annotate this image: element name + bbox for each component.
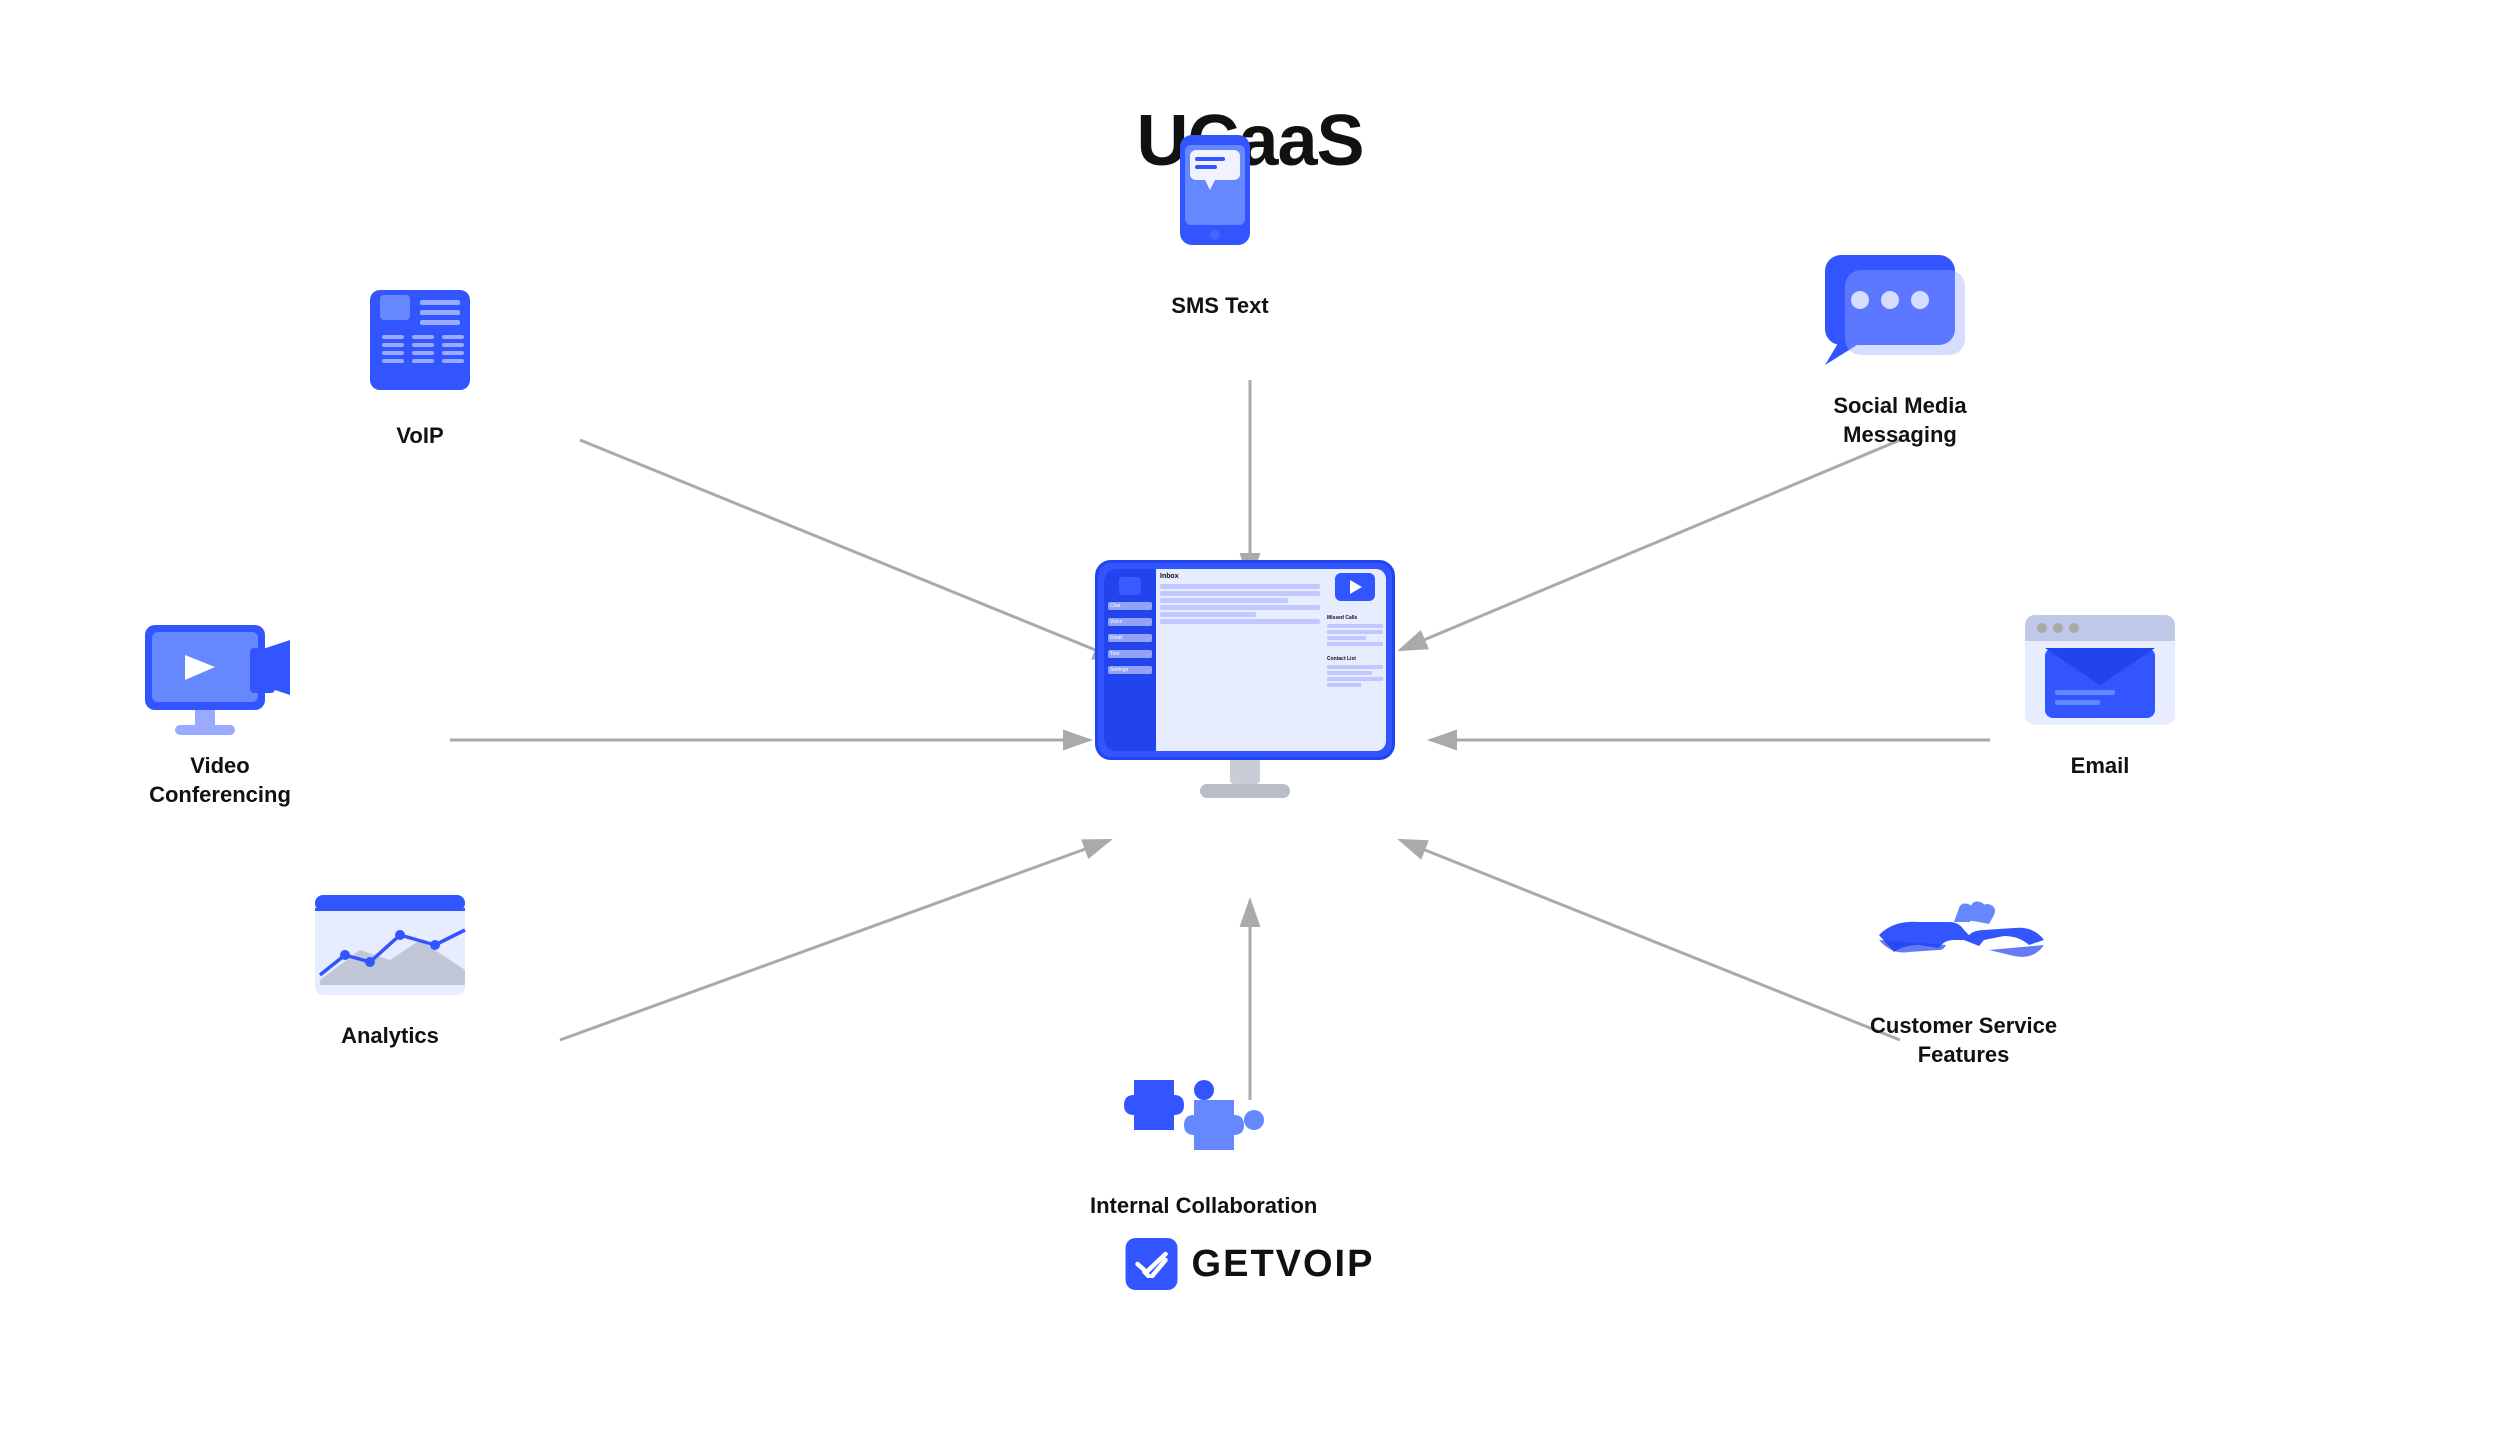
node-voip: VoIP [360,280,480,451]
social-label: Social MediaMessaging [1833,392,1966,449]
node-video: VideoConferencing [140,620,300,809]
sidebar-settings: Settings [1108,666,1152,674]
node-social: Social MediaMessaging [1820,250,1980,449]
missed-calls-label: Missed Calls [1327,615,1383,621]
sidebar-email: Email [1108,634,1152,642]
voip-icon [360,280,480,410]
node-sms: SMS Text [1155,130,1285,321]
contact-list-label: Contact List [1327,656,1383,662]
email-label: Email [2071,752,2130,781]
social-icon [1820,250,1980,380]
inbox-label: Inbox [1160,573,1320,580]
logo-checkmark-icon [1135,1250,1169,1278]
customer-icon [1874,880,2054,1000]
analytics-icon [310,890,470,1010]
sidebar-chat: Chat [1108,602,1152,610]
collaboration-label: Internal Collaboration [1090,1192,1317,1221]
video-icon [140,620,300,740]
node-customer: Customer ServiceFeatures [1870,880,2057,1069]
collaboration-icon [1114,1060,1294,1180]
email-icon [2020,610,2180,740]
sms-label: SMS Text [1171,292,1268,321]
center-monitor: Chat Voice Email Text Settings Inbox [1095,560,1395,798]
logo-badge [1126,1238,1178,1290]
node-analytics: Analytics [310,890,470,1051]
logo-area: GETVOIP [1126,1238,1375,1290]
voip-label: VoIP [396,422,443,451]
customer-label: Customer ServiceFeatures [1870,1012,2057,1069]
sidebar-text: Text [1108,650,1152,658]
play-button [1335,573,1375,601]
logo-text: GETVOIP [1192,1243,1375,1286]
analytics-label: Analytics [341,1022,439,1051]
video-label: VideoConferencing [149,752,291,809]
sms-icon [1155,130,1285,280]
sidebar-voice: Voice [1108,618,1152,626]
node-email: Email [2020,610,2180,781]
node-collaboration: Internal Collaboration [1090,1060,1317,1221]
